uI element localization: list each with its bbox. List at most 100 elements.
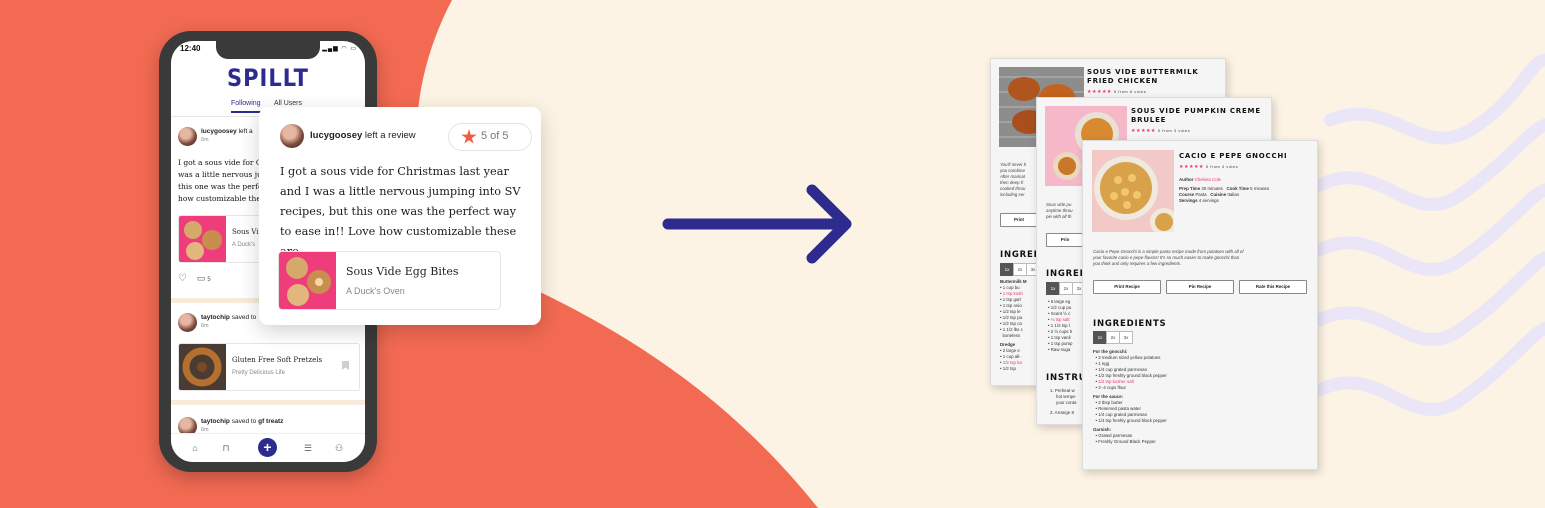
post-user-line: taytochip saved to [201,314,256,321]
phone-notch [216,41,320,59]
intro-line: including ser [1000,192,1025,197]
ingredients-heading: INGREDIENTS [1093,319,1167,329]
comment-icon[interactable]: ▭ [197,273,206,283]
feed-post: taytochip saved to 6m Gluten Free Soft P… [171,313,365,423]
ingredient-item: • Raw suga [1048,347,1071,352]
feed-divider [171,400,365,405]
recipe-description: Cacio e Pepe Gnocchi is a simple pasta r… [1093,249,1244,267]
recipe-card[interactable]: Gluten Free Soft Pretzels Pretty Delicio… [178,343,360,391]
home-icon[interactable]: ⌂ [190,443,200,453]
post-action: left a [238,128,253,135]
post-time: 6m [201,137,209,143]
ingredient-list: For the gnocchi: • 3 medium sized yellow… [1093,349,1167,445]
recipe-rating: ★★★★★ 5 from 6 votes [1087,89,1147,95]
ingredient-list: Buttermilk M • 1 cup bu • 1 tsp kosh • 1… [1000,279,1027,372]
recipe-thumbnail [179,344,226,390]
tab-following[interactable]: Following [231,100,261,113]
star-icon [461,129,477,144]
arrow-right-icon [662,184,852,264]
recipe-title-line: SOUS VIDE BUTTERMILK [1087,68,1199,76]
author-row: Author Chelsea Cole [1179,177,1221,182]
ingredient-item: • 3 -4 cups flour [1093,385,1127,390]
tab-all-users[interactable]: All Users [274,100,302,107]
print-button[interactable]: Prin [1046,233,1084,247]
ingredient-item: • Freshly Ground Black Pepper [1093,439,1156,444]
vote-count: 5 from 4 votes [1205,164,1239,169]
intro-line: pie with all th [1046,214,1072,219]
post-actions: ♡ ▭ 5 [178,273,211,284]
recipe-intro: You'll never h you combine After marinat… [1000,162,1026,198]
ingredient-item: boneless [1002,333,1021,338]
ingredient-list: • 6 large eg • 1/2 cup pu • Scant ½ c • … [1048,299,1073,353]
recipe-thumbnail [179,216,226,262]
post-username[interactable]: taytochip [201,418,230,425]
recipe-photo [1092,150,1174,232]
ingredient-item: • 1/4 tsp freshly ground black pepper [1093,418,1167,423]
recipe-title: SOUS VIDE BUTTERMILK FRIED CHICKEN [1087,68,1199,86]
review-user-line: lucygoosey left a review [310,130,416,141]
instruction-step: 2. Arrange 8 [1050,410,1074,415]
multiplier-1x[interactable]: 1x [1046,282,1060,295]
servings-row: Servings 4 servings [1179,198,1219,203]
heart-icon[interactable]: ♡ [178,273,187,284]
print-button[interactable]: Print [1000,213,1038,227]
status-icons: ▂▄▆ ◠ ▭ [322,46,357,52]
bookmark-icon[interactable]: ⊓ [221,443,231,453]
multiplier-1x[interactable]: 1x [1093,331,1107,344]
post-username[interactable]: lucygoosey [201,128,237,135]
multiplier-2x[interactable]: 2x [1059,282,1073,295]
review-username[interactable]: lucygoosey [310,130,362,141]
multiplier-1x[interactable]: 1x [1000,263,1014,276]
multiplier-3x[interactable]: 3x [1119,331,1133,344]
recipe-rating: ★★★★★ 5 from 3 votes [1131,128,1191,134]
recipe-source: A Duck's [232,242,256,248]
recipe-title: CACIO E PEPE GNOCCHI [1179,152,1288,160]
multiplier-2x[interactable]: 2x [1106,331,1120,344]
avatar[interactable] [280,124,304,148]
instruction-list: 1. Preheat w hot tempe your conta 2. Arr… [1050,388,1077,416]
ingredient-item: • 1/2 tsp [1000,366,1016,371]
comment-count: 5 [207,277,211,283]
recipe-title: SOUS VIDE PUMPKIN CREME BRULEE [1131,107,1261,125]
vote-count: 5 from 6 votes [1113,89,1147,94]
recipe-source: Pretty Delicious Life [232,370,286,376]
profile-icon[interactable]: ⚇ [334,443,344,453]
wavy-lines-decoration [1313,53,1545,416]
recipe-card[interactable]: Sous Vide Egg Bites A Duck's Oven [278,251,501,310]
bottom-navigation: ⌂ ⊓ + ☰ ⚇ [171,433,365,462]
pin-recipe-button[interactable]: Pin Recipe [1166,280,1234,294]
recipe-title-line: SOUS VIDE PUMPKIN CREME [1131,107,1261,115]
recipe-rating: ★★★★★ 5 from 4 votes [1179,164,1239,170]
post-action: saved to [231,314,257,321]
multiplier-2x[interactable]: 2x [1013,263,1027,276]
collection-name[interactable]: gf treatz [258,418,283,425]
rating-text: 5 of 5 [481,130,509,142]
post-user-line: lucygoosey left a [201,128,253,135]
instruction-step: your conta [1056,400,1077,405]
recipe-intro: Sous vide pu anytime throu pie with all … [1046,202,1073,220]
recipe-page-front: CACIO E PEPE GNOCCHI ★★★★★ 5 from 4 votes… [1082,140,1318,470]
review-action: left a review [364,130,416,141]
recipe-title: Sous Vi [232,228,259,236]
avatar[interactable] [178,313,197,332]
bookmark-icon[interactable] [342,361,349,370]
description-line: you think and only requires a few ingred… [1093,261,1182,266]
review-card[interactable]: lucygoosey left a review 5 of 5 I got a … [259,107,541,325]
recipe-meta: Author Chelsea Cole Prep Time 30 minutes… [1179,177,1269,204]
vote-count: 5 from 3 votes [1157,128,1191,133]
rate-recipe-button[interactable]: Rate this Recipe [1239,280,1307,294]
post-action: saved to [231,418,257,425]
rating-badge: 5 of 5 [448,123,532,151]
review-text: I got a sous vide for Christmas last yea… [280,165,521,258]
recipe-title: Gluten Free Soft Pretzels [232,356,323,364]
post-username[interactable]: taytochip [201,314,230,321]
recipe-title: Sous Vide Egg Bites [346,265,459,278]
status-time: 12:40 [180,44,201,53]
recipe-source: A Duck's Oven [346,286,405,296]
list-icon[interactable]: ☰ [303,443,313,453]
avatar[interactable] [178,127,197,146]
add-button[interactable]: + [258,438,277,457]
post-user-line: taytochip saved to gf treatz [201,418,283,425]
app-logo: SPILLT [227,64,309,92]
print-recipe-button[interactable]: Print Recipe [1093,280,1161,294]
